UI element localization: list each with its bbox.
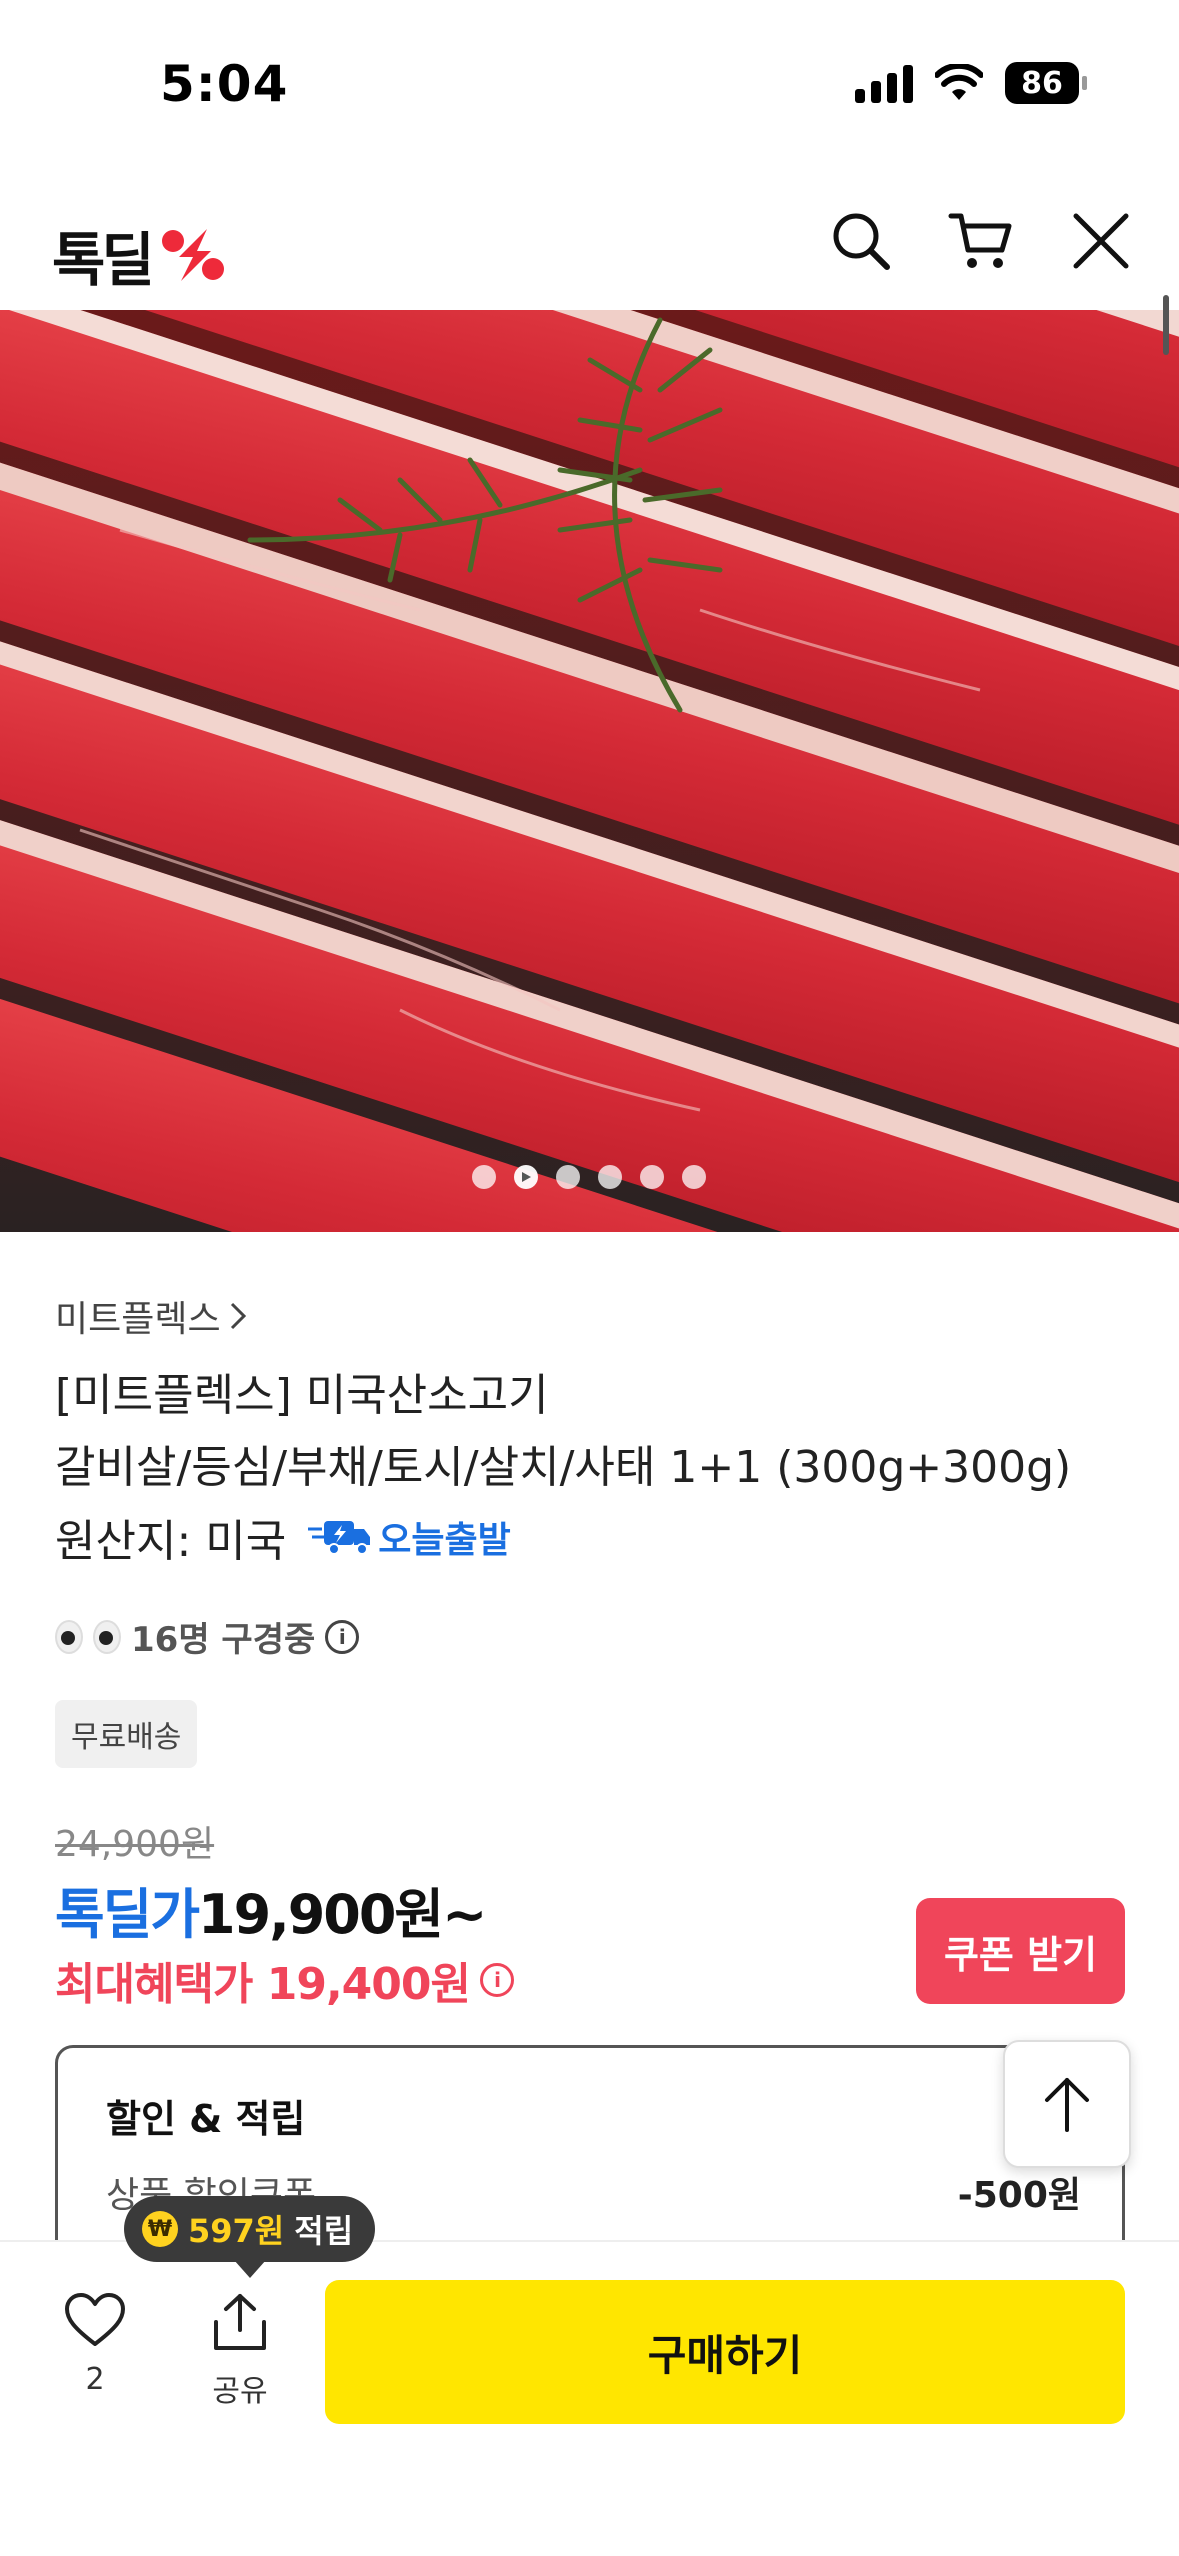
app-header: 톡딜 <box>0 175 1179 310</box>
product-title: [미트플렉스] 미국산소고기 갈비살/등심/부채/토시/살치/사태 1+1 (3… <box>55 1360 1135 1504</box>
origin-text: 원산지: 미국 <box>55 1516 287 1567</box>
discount-title: 할인 & 적립 <box>106 2097 306 2141</box>
logo-text: 톡딜 <box>52 226 155 294</box>
like-count: 2 <box>85 2362 105 2397</box>
gallery-pagination <box>0 1165 1179 1189</box>
search-icon <box>833 213 890 270</box>
pagination-dot-play-icon[interactable] <box>514 1165 538 1189</box>
pagination-dot[interactable] <box>556 1165 580 1189</box>
status-icons: 86 <box>855 62 1087 104</box>
share-button[interactable]: 공유 <box>200 2292 280 2410</box>
free-shipping-tag: 무료배송 <box>55 1700 198 1768</box>
origin-line: 원산지: 미국 오늘출발 <box>55 1505 511 1569</box>
percent-logo-icon <box>161 229 224 281</box>
max-benefit-line: 최대혜택가 19,400원 i <box>55 1948 514 2012</box>
meat-photo <box>0 310 1179 1232</box>
info-icon[interactable]: i <box>325 1619 360 1654</box>
wifi-icon <box>935 64 983 100</box>
product-image[interactable] <box>0 310 1179 1232</box>
cart-icon <box>948 213 1012 268</box>
info-icon[interactable]: i <box>480 1963 514 1997</box>
battery-icon: 86 <box>1005 62 1087 104</box>
deal-price: 19,900원~ <box>198 1883 487 1946</box>
buy-button[interactable]: 구매하기 <box>325 2280 1125 2424</box>
product-title-line2: 갈비살/등심/부채/토시/살치/사태 1+1 (300g+300g) <box>55 1442 1072 1493</box>
points-label: 적립 <box>294 2212 354 2250</box>
scroll-indicator <box>1163 295 1169 355</box>
eyes-icon <box>55 1619 83 1654</box>
discount-row-amount: -500원 <box>957 2175 1081 2216</box>
signal-icon <box>855 63 913 103</box>
status-bar: 5:04 86 <box>0 0 1179 175</box>
pagination-dot[interactable] <box>640 1165 664 1189</box>
pagination-dot[interactable] <box>598 1165 622 1189</box>
chevron-right-icon <box>230 1302 246 1330</box>
like-button[interactable]: 2 <box>55 2292 135 2397</box>
status-time: 5:04 <box>160 55 289 113</box>
deal-price-line: 톡딜가 19,900원~ <box>55 1870 487 1949</box>
scroll-to-top-button[interactable] <box>1003 2040 1131 2168</box>
share-icon <box>214 2294 266 2350</box>
product-title-line1: [미트플렉스] 미국산소고기 <box>55 1370 549 1421</box>
heart-icon <box>65 2293 125 2346</box>
arrow-up-icon <box>1045 2078 1089 2132</box>
points-amount: 597원 <box>188 2212 285 2250</box>
brand-link[interactable]: 미트플렉스 <box>55 1290 247 1342</box>
delivery-truck-icon <box>308 1521 371 1555</box>
close-icon <box>1073 213 1129 269</box>
deal-label: 톡딜가 <box>55 1883 200 1946</box>
delivery-label: 오늘출발 <box>378 1520 511 1561</box>
pagination-dot[interactable] <box>682 1165 706 1189</box>
get-coupon-button[interactable]: 쿠폰 받기 <box>916 1898 1125 2004</box>
eyes-icon <box>93 1619 121 1654</box>
header-actions <box>823 203 1139 279</box>
today-delivery-badge: 오늘출발 <box>306 1511 511 1563</box>
viewers-count: 16명 구경중 i <box>55 1612 360 1661</box>
close-button[interactable] <box>1063 203 1139 279</box>
cart-button[interactable] <box>943 203 1019 279</box>
pagination-dot[interactable] <box>472 1165 496 1189</box>
won-coin-icon: ₩ <box>142 2211 178 2247</box>
search-button[interactable] <box>823 203 899 279</box>
viewers-text: 16명 구경중 <box>131 1620 316 1660</box>
max-benefit-price: 최대혜택가 19,400원 <box>55 1959 471 2010</box>
logo[interactable]: 톡딜 <box>52 213 227 297</box>
brand-name: 미트플렉스 <box>55 1299 221 1340</box>
bottom-action-bar: 2 공유 구매하기 <box>0 2240 1179 2556</box>
points-tooltip: ₩ 597원 적립 <box>124 2196 376 2278</box>
share-label: 공유 <box>212 2374 268 2409</box>
original-price: 24,900원 <box>55 1824 215 1865</box>
